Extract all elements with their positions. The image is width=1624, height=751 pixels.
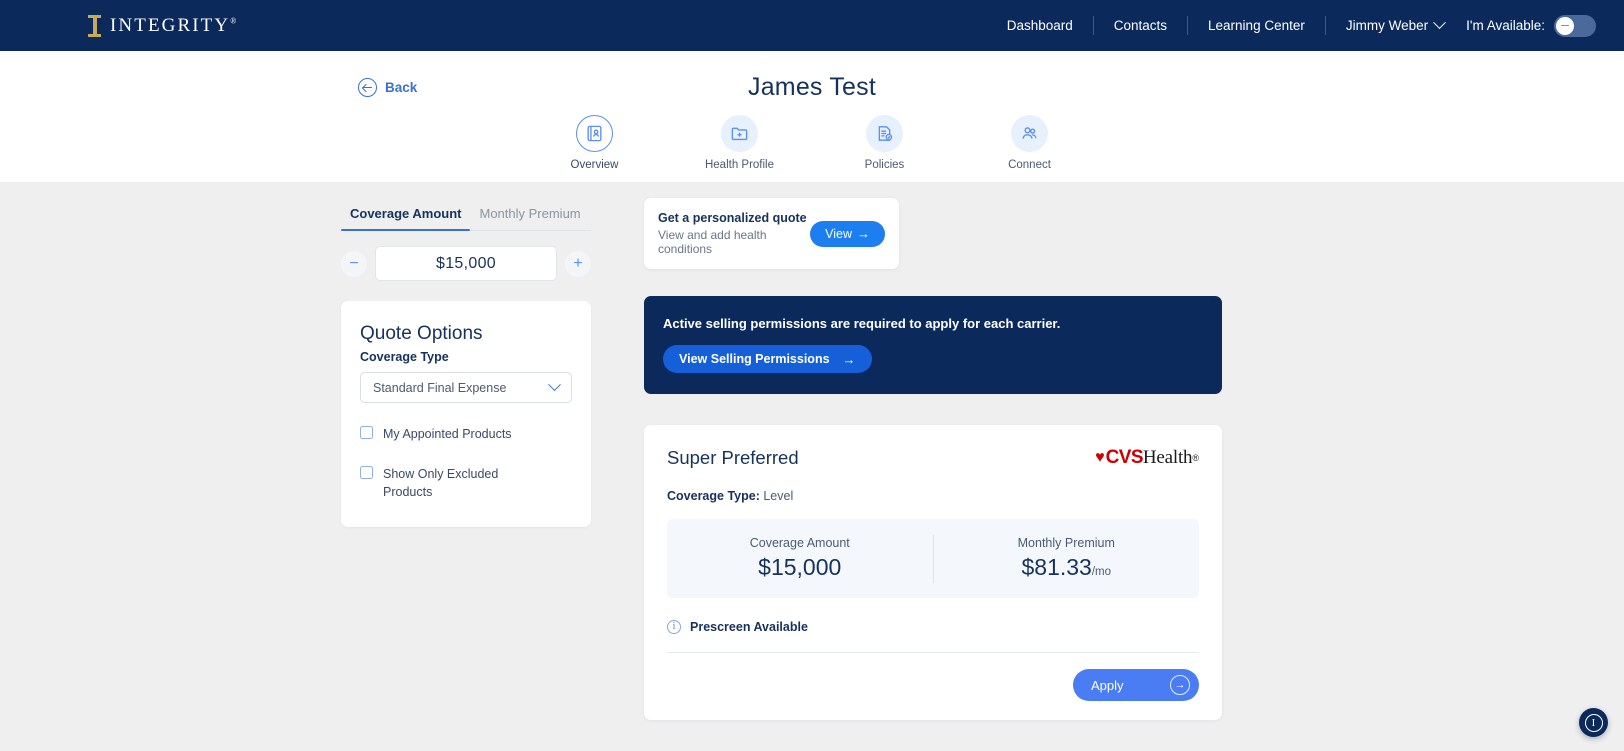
figure-label: Monthly Premium [1017,536,1115,550]
back-label: Back [385,80,418,95]
apply-label: Apply [1091,677,1124,693]
arrow-right-icon: → [857,226,870,241]
chevron-down-icon [1433,16,1446,30]
availability-toggle[interactable] [1554,14,1596,37]
quote-mode-tabs: Coverage Amount Monthly Premium [341,206,591,231]
quote-results-panel: Get a personalized quote View and add he… [644,182,1222,720]
view-button-label: View [825,226,852,241]
carrier-mark: CVS [1105,447,1144,468]
checkbox-box[interactable] [360,426,373,439]
coverage-type-select[interactable]: Standard Final Expense [360,372,572,403]
heart-icon: ♥ [1095,449,1105,466]
integrity-help-icon[interactable]: I [1579,708,1608,737]
card-divider [667,652,1199,653]
quote-options-title: Quote Options [360,323,483,344]
tab-overview[interactable]: Overview [551,115,639,171]
checkbox-label: Show Only Excluded Products [383,467,499,500]
id-card-icon [576,115,613,152]
user-name-label: Jimmy Weber [1345,18,1429,33]
nav-right-group: Dashboard Contacts Learning Center Jimmy… [987,0,1596,51]
product-title: Super Preferred [667,447,799,468]
quote-controls-panel: Coverage Amount Monthly Premium − $15,00… [341,182,591,720]
checkbox-my-appointed-products[interactable]: My Appointed Products [360,425,572,443]
view-selling-permissions-button[interactable]: View Selling Permissions → [663,345,872,373]
tab-health-profile[interactable]: Health Profile [696,115,784,171]
permissions-button-label: View Selling Permissions [679,352,830,366]
tab-connect[interactable]: Connect [986,115,1074,171]
top-navigation-bar: INTEGRITY® Dashboard Contacts Learning C… [0,0,1624,51]
carrier-registered: ® [1192,453,1199,463]
integrity-logo[interactable]: INTEGRITY® [88,14,237,37]
tab-policies[interactable]: Policies [841,115,929,171]
arrow-right-icon: → [1170,675,1190,695]
brand-wordmark: INTEGRITY® [110,14,237,36]
apply-button[interactable]: Apply → [1073,669,1199,701]
prescreen-row: i Prescreen Available [667,620,1199,634]
user-menu[interactable]: Jimmy Weber [1326,16,1460,33]
toggle-knob [1556,16,1574,35]
prescreen-label: Prescreen Available [690,620,808,634]
integrity-mark-icon [88,14,101,37]
selling-permissions-banner: Active selling permissions are required … [644,296,1222,394]
figure-label: Coverage Amount [749,536,850,550]
people-icon [1011,115,1048,152]
coverage-type-value: Standard Final Expense [373,380,507,395]
figure-monthly-premium: Monthly Premium $81.33/mo [934,536,1200,581]
product-quote-card: Super Preferred ♥ CVS Health ® Coverage … [644,425,1222,720]
figure-value: $81.33/mo [1021,554,1112,580]
promo-subtitle: View and add health conditions [658,228,767,256]
info-icon[interactable]: i [667,620,681,634]
product-card-header: Super Preferred ♥ CVS Health ® [667,447,1199,469]
product-coverage-type-label: Coverage Type: [667,489,760,503]
profile-tabs: Overview Health Profile Policies Connect [0,115,1624,171]
promo-text-group: Get a personalized quote View and add he… [658,211,810,256]
availability-label: I'm Available: [1466,18,1545,33]
checkbox-box[interactable] [360,466,373,480]
increment-button[interactable]: + [565,250,591,277]
promo-title: Get a personalized quote [658,211,807,225]
coverage-type-label: Coverage Type [360,350,449,364]
permissions-message: Active selling permissions are required … [663,316,1061,331]
personalized-quote-card: Get a personalized quote View and add he… [644,198,899,269]
fab-label: I [1584,713,1603,732]
tab-monthly-premium[interactable]: Monthly Premium [470,206,589,230]
carrier-name: Health [1142,447,1193,468]
nav-link-contacts[interactable]: Contacts [1094,18,1187,33]
view-quote-button[interactable]: View → [810,220,885,247]
page-title: James Test [748,73,876,101]
tab-label: Health Profile [704,159,775,171]
availability-control[interactable]: I'm Available: [1466,14,1596,37]
nav-link-learning-center[interactable]: Learning Center [1188,18,1325,33]
quote-options-card: Quote Options Coverage Type Standard Fin… [341,301,591,528]
figure-value: $15,000 [758,554,842,580]
chevron-down-icon [548,378,561,392]
tab-coverage-amount[interactable]: Coverage Amount [341,206,471,231]
decrement-button[interactable]: − [341,250,367,277]
cvs-health-logo: ♥ CVS Health ® [1095,447,1199,469]
tab-label: Policies [864,159,905,171]
tab-label: Overview [570,159,619,171]
arrow-right-icon: → [842,351,856,367]
arrow-left-icon [358,78,377,97]
product-card-footer: Apply → [667,669,1199,701]
product-coverage-type: Coverage Type: Level [667,489,1199,503]
back-button[interactable]: Back [358,78,417,97]
checkbox-label: My Appointed Products [383,427,512,441]
product-coverage-type-value: Level [763,489,794,503]
main-content: Coverage Amount Monthly Premium − $15,00… [0,182,1624,720]
coverage-amount-input[interactable]: $15,000 [375,246,557,281]
folder-plus-icon [721,115,758,152]
tab-label: Connect [1008,159,1051,171]
checkbox-show-only-excluded-products[interactable]: Show Only Excluded Products [360,465,572,501]
figure-coverage-amount: Coverage Amount $15,000 [667,536,933,581]
nav-link-dashboard[interactable]: Dashboard [987,18,1093,33]
profile-header: Back James Test Overview Health Profile … [0,51,1624,182]
policy-document-icon [866,115,903,152]
figures-panel: Coverage Amount $15,000 Monthly Premium … [667,519,1199,598]
coverage-amount-stepper: − $15,000 + [341,246,591,281]
